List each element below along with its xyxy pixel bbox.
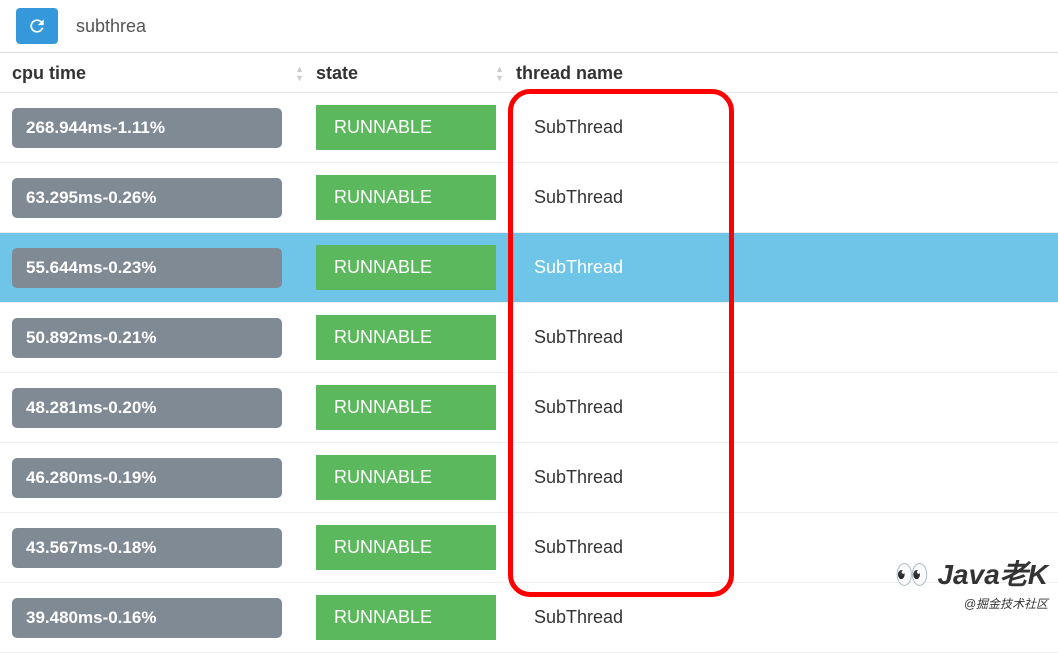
refresh-button[interactable] bbox=[16, 8, 58, 44]
watermark-subtitle: @掘金技术社区 bbox=[895, 595, 1048, 612]
state-badge: RUNNABLE bbox=[316, 105, 496, 150]
cpu-time-badge: 55.644ms-0.23% bbox=[12, 248, 282, 288]
thread-name-cell: SubThread bbox=[516, 187, 1046, 208]
header-label: thread name bbox=[516, 63, 623, 84]
table-row[interactable]: 46.280ms-0.19% RUNNABLE SubThread bbox=[0, 443, 1058, 513]
toolbar bbox=[0, 0, 1058, 53]
refresh-icon bbox=[27, 16, 47, 36]
cpu-time-badge: 46.280ms-0.19% bbox=[12, 458, 282, 498]
thread-name-cell: SubThread bbox=[516, 397, 1046, 418]
header-thread-name[interactable]: thread name bbox=[516, 63, 1046, 84]
thread-name-cell: SubThread bbox=[516, 327, 1046, 348]
watermark-title: Java老K bbox=[895, 553, 1048, 593]
cpu-time-badge: 50.892ms-0.21% bbox=[12, 318, 282, 358]
search-input[interactable] bbox=[72, 10, 1046, 43]
state-badge: RUNNABLE bbox=[316, 175, 496, 220]
header-cpu-time[interactable]: cpu time ▲▼ bbox=[12, 63, 316, 84]
state-badge: RUNNABLE bbox=[316, 245, 496, 290]
state-badge: RUNNABLE bbox=[316, 315, 496, 360]
table-header: cpu time ▲▼ state ▲▼ thread name bbox=[0, 53, 1058, 93]
state-badge: RUNNABLE bbox=[316, 525, 496, 570]
sort-icon: ▲▼ bbox=[295, 65, 304, 83]
table-row[interactable]: 48.281ms-0.20% RUNNABLE SubThread bbox=[0, 373, 1058, 443]
table-row[interactable]: 55.644ms-0.23% RUNNABLE SubThread bbox=[0, 233, 1058, 303]
header-label: cpu time bbox=[12, 63, 86, 84]
cpu-time-badge: 43.567ms-0.18% bbox=[12, 528, 282, 568]
cpu-time-badge: 39.480ms-0.16% bbox=[12, 598, 282, 638]
sort-icon: ▲▼ bbox=[495, 65, 504, 83]
cpu-time-badge: 63.295ms-0.26% bbox=[12, 178, 282, 218]
state-badge: RUNNABLE bbox=[316, 455, 496, 500]
thread-name-cell: SubThread bbox=[516, 467, 1046, 488]
cpu-time-badge: 268.944ms-1.11% bbox=[12, 108, 282, 148]
table-row[interactable]: 268.944ms-1.11% RUNNABLE SubThread bbox=[0, 93, 1058, 163]
cpu-time-badge: 48.281ms-0.20% bbox=[12, 388, 282, 428]
state-badge: RUNNABLE bbox=[316, 595, 496, 640]
state-badge: RUNNABLE bbox=[316, 385, 496, 430]
thread-name-cell: SubThread bbox=[516, 257, 1046, 278]
watermark: Java老K @掘金技术社区 bbox=[895, 553, 1048, 612]
table-row[interactable]: 63.295ms-0.26% RUNNABLE SubThread bbox=[0, 163, 1058, 233]
header-state[interactable]: state ▲▼ bbox=[316, 63, 516, 84]
thread-name-cell: SubThread bbox=[516, 117, 1046, 138]
table-row[interactable]: 50.892ms-0.21% RUNNABLE SubThread bbox=[0, 303, 1058, 373]
header-label: state bbox=[316, 63, 358, 84]
